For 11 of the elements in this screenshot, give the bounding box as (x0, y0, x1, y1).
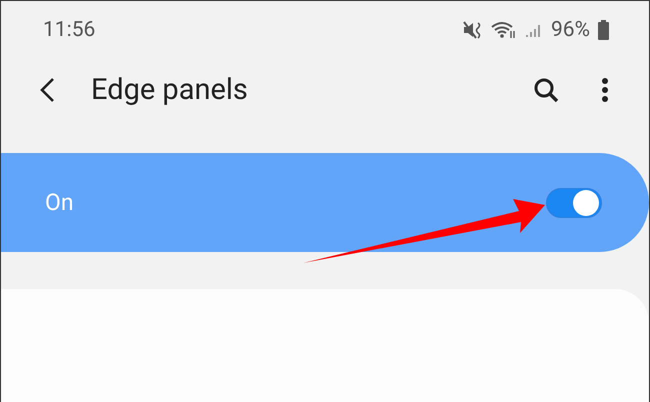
clock-time: 11:56 (43, 18, 96, 42)
switch-label: On (45, 189, 75, 216)
more-options-icon (601, 77, 609, 103)
battery-icon (598, 20, 609, 40)
back-icon (39, 77, 55, 103)
battery-percent: 96% (551, 18, 590, 42)
wifi-icon (491, 21, 517, 39)
mute-icon (463, 21, 483, 39)
page-title: Edge panels (91, 73, 249, 107)
search-icon (533, 77, 559, 103)
toggle-switch[interactable] (546, 188, 602, 218)
